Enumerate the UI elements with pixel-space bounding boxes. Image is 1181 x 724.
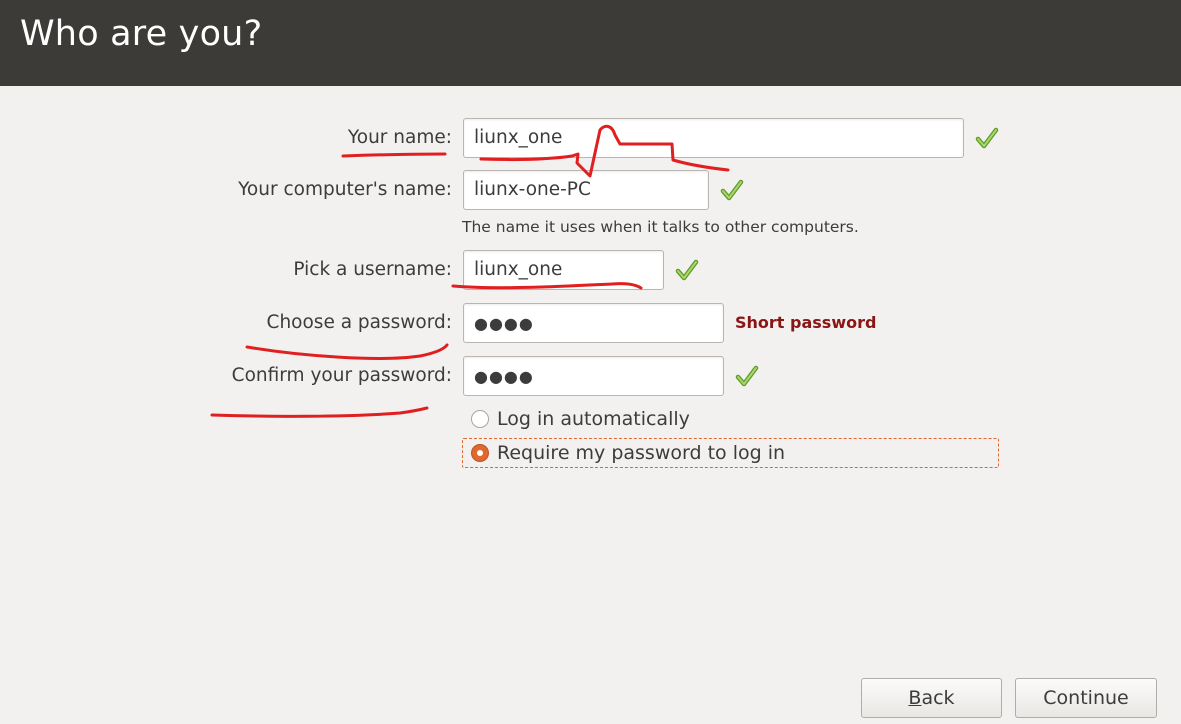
your-name-field[interactable]: liunx_one [463, 118, 964, 158]
password-label: Choose a password: [266, 312, 452, 333]
username-field[interactable]: liunx_one [463, 250, 664, 290]
login-automatically-option[interactable]: Log in automatically [471, 408, 690, 430]
password-strength-text: Short password [735, 313, 877, 332]
back-button[interactable]: Back [861, 678, 1002, 718]
password-field[interactable]: ●●●● [463, 303, 724, 343]
continue-button[interactable]: Continue [1015, 678, 1157, 718]
your-name-label: Your name: [347, 127, 452, 148]
require-password-label: Require my password to log in [497, 442, 786, 464]
login-automatically-label: Log in automatically [497, 408, 690, 430]
check-icon [720, 179, 744, 201]
check-icon [735, 365, 759, 387]
username-label: Pick a username: [293, 259, 452, 280]
check-icon [975, 127, 999, 149]
back-button-label: ack [921, 687, 955, 709]
computer-name-label: Your computer's name: [238, 179, 452, 200]
check-icon [675, 259, 699, 281]
page-title: Who are you? [20, 14, 263, 54]
back-button-mnemonic: B [908, 687, 922, 709]
radio-button-selected[interactable] [471, 444, 489, 462]
radio-button[interactable] [471, 410, 489, 428]
header-bar: Who are you? [0, 0, 1181, 86]
require-password-option[interactable]: Require my password to log in [471, 442, 785, 464]
confirm-password-field[interactable]: ●●●● [463, 356, 724, 396]
computer-name-hint: The name it uses when it talks to other … [462, 218, 859, 236]
confirm-password-label: Confirm your password: [231, 365, 452, 386]
computer-name-field[interactable]: liunx-one-PC [463, 170, 709, 210]
